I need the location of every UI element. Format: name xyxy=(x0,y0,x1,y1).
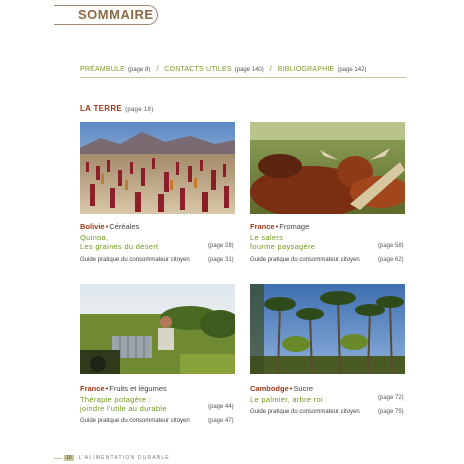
headline-line-1: Le salers xyxy=(250,233,284,242)
article-theme: Sucre xyxy=(293,384,313,393)
guide-page: (page 62) xyxy=(378,257,404,263)
guide-link[interactable]: Guide pratique du consommateur citoyen xyxy=(80,418,190,424)
intro-bibliographie-label: BIBLIOGRAPHIE xyxy=(277,66,335,73)
intro-divider xyxy=(80,77,406,78)
intro-links: PRÉAMBULE (page 8) / CONTACTS UTILES (page 1… xyxy=(80,66,406,73)
footer-rule xyxy=(54,458,62,459)
bullet-separator: • xyxy=(105,384,109,393)
page-title: SOMMAIRE xyxy=(78,7,154,22)
article-theme: Fromage xyxy=(279,222,310,231)
vegetable-garden-photo xyxy=(80,284,235,374)
section-page: (page 18) xyxy=(125,107,154,113)
guide-link[interactable]: Guide pratique du consommateur citoyen xyxy=(250,257,360,263)
intro-contacts-label: CONTACTS UTILES xyxy=(164,66,232,73)
article-country-line: Cambodge•Sucre xyxy=(250,384,313,393)
guide-page: (page 75) xyxy=(378,409,404,415)
article-headline[interactable]: Le palmier, arbre roi xyxy=(250,395,323,404)
intro-separator: / xyxy=(156,66,159,73)
headline-line-2: fourme paysagère xyxy=(250,242,316,251)
headline-page: (page 58) xyxy=(378,243,404,249)
palm-trees-photo xyxy=(250,284,405,374)
headline-line-2: joindre l'utile au durable xyxy=(80,404,167,413)
article-country-line: France•Fromage xyxy=(250,222,309,231)
quinoa-field-photo xyxy=(80,122,235,214)
headline-line-1: Quinoa, xyxy=(80,233,109,242)
guide-link[interactable]: Guide pratique du consommateur citoyen xyxy=(250,409,360,415)
page-number: 10 xyxy=(64,455,74,461)
intro-bibliographie-page: (page 142) xyxy=(337,67,367,73)
article-country-line: Bolivie•Céréales xyxy=(80,222,139,231)
article-headline[interactable]: Quinoa, Les graines du désert xyxy=(80,233,158,251)
bullet-separator: • xyxy=(105,222,109,231)
headline-page: (page 72) xyxy=(378,395,404,401)
page-footer: 10 L'ALIMENTATION DURABLE xyxy=(64,455,170,461)
headline-page: (page 44) xyxy=(208,404,234,410)
section-heading: LA TERRE (page 18) xyxy=(80,104,154,113)
article-country-line: France•Fruits et légumes xyxy=(80,384,167,393)
country-name: France xyxy=(80,384,105,393)
guide-page: (page 47) xyxy=(208,418,234,424)
headline-line-1: Thérapie potagère : xyxy=(80,395,152,404)
guide-link[interactable]: Guide pratique du consommateur citoyen xyxy=(80,257,190,263)
intro-preambule-label: PRÉAMBULE xyxy=(80,66,125,73)
headline-line-2: Les graines du désert xyxy=(80,242,159,251)
intro-preambule-page: (page 8) xyxy=(127,67,151,73)
contents-page: SOMMAIRE PRÉAMBULE (page 8) / CONTACTS UTIL… xyxy=(0,0,464,464)
article-headline[interactable]: Le salers fourme paysagère xyxy=(250,233,315,251)
bullet-separator: • xyxy=(275,222,279,231)
running-title: L'ALIMENTATION DURABLE xyxy=(78,455,170,461)
bullet-separator: • xyxy=(289,384,293,393)
headline-line-1: Le palmier, arbre roi xyxy=(250,395,323,404)
salers-cattle-photo xyxy=(250,122,405,214)
intro-contacts-page: (page 140) xyxy=(234,67,264,73)
section-title: LA TERRE xyxy=(80,104,123,113)
article-theme: Céréales xyxy=(109,222,140,231)
country-name: Cambodge xyxy=(250,384,289,393)
article-headline[interactable]: Thérapie potagère : joindre l'utile au d… xyxy=(80,395,167,413)
country-name: France xyxy=(250,222,275,231)
article-theme: Fruits et légumes xyxy=(109,384,167,393)
intro-separator: / xyxy=(269,66,272,73)
guide-page: (page 31) xyxy=(208,257,234,263)
headline-page: (page 28) xyxy=(208,243,234,249)
country-name: Bolivie xyxy=(80,222,105,231)
